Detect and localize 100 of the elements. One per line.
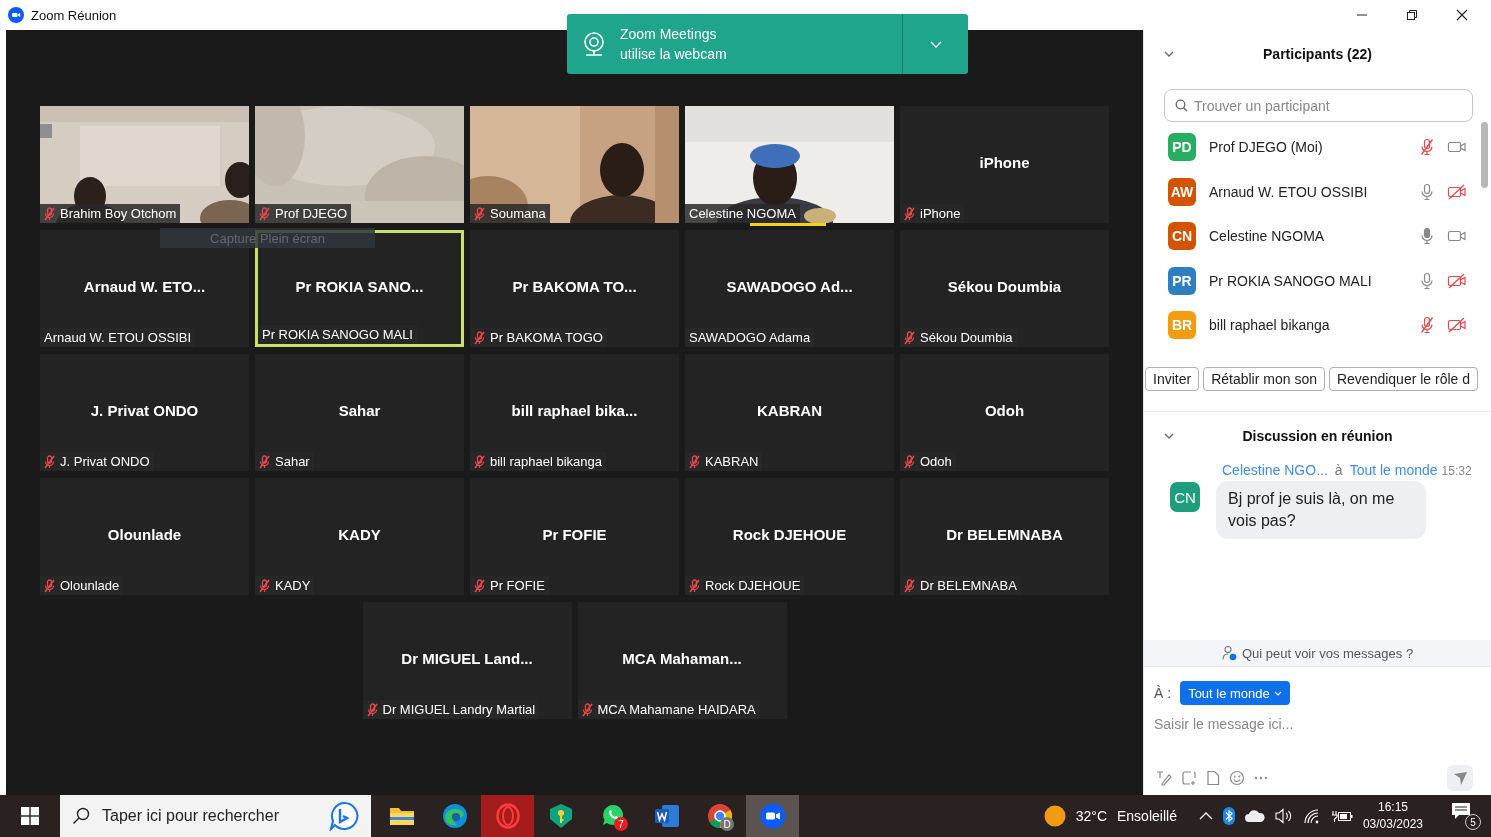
file-icon[interactable] xyxy=(1206,770,1220,786)
participant-label: Celestine NGOMA xyxy=(689,206,796,221)
participant-label: Soumana xyxy=(490,206,546,221)
participant-row[interactable]: AW Arnaud W. ETOU OSSIBI xyxy=(1168,169,1491,214)
bluetooth-icon[interactable] xyxy=(1222,807,1235,825)
camera-off-icon[interactable] xyxy=(1447,272,1467,289)
notification-icon[interactable] xyxy=(1451,802,1471,820)
participant-label: Arnaud W. ETOU OSSIBI xyxy=(44,330,192,345)
chevron-down-icon[interactable] xyxy=(1164,433,1174,439)
windows-start-icon[interactable] xyxy=(21,807,39,825)
video-tile[interactable]: SAWADOGO Ad... SAWADOGO Adama xyxy=(685,230,894,347)
toast-title: Zoom Meetings xyxy=(620,25,718,44)
speech-bubble-icon[interactable] xyxy=(329,801,359,831)
wifi-icon[interactable] xyxy=(1302,808,1321,824)
mic-icon[interactable] xyxy=(1419,227,1435,246)
video-tile[interactable]: Olounlade Olounlade xyxy=(40,478,249,595)
video-tile[interactable]: Rock DJEHOUE Rock DJEHOUE xyxy=(685,478,894,595)
video-tile[interactable]: bill raphael bika... bill raphael bikanga xyxy=(470,354,679,471)
participant-name: KABRAN xyxy=(757,402,822,419)
video-tile[interactable]: Odoh Odoh xyxy=(900,354,1109,471)
chevron-down-icon[interactable] xyxy=(1164,51,1174,57)
participant-name: Arnaud W. ETOU OSSIBI xyxy=(1209,183,1369,200)
search-icon xyxy=(72,807,90,825)
participant-name: Rock DJEHOUE xyxy=(732,526,847,543)
video-tile[interactable]: KADY KADY xyxy=(255,478,464,595)
search-field[interactable]: Trouver un participant xyxy=(1164,89,1473,122)
muted-mic-icon[interactable] xyxy=(1419,316,1435,335)
taskbar-app[interactable]: D xyxy=(693,795,746,837)
close-icon[interactable] xyxy=(1456,9,1468,21)
zoom-logo-icon xyxy=(8,7,24,23)
participant-label: Brahim Boy Otchom xyxy=(60,206,177,221)
participant-row[interactable]: CN Celestine NGOMA xyxy=(1168,214,1491,259)
webcam-icon xyxy=(581,31,607,57)
sun-icon[interactable] xyxy=(1043,805,1066,827)
participant-name: Celestine NGOMA xyxy=(1209,228,1326,245)
participant-name: Arnaud W. ETO... xyxy=(83,278,206,295)
participant-label: Pr ROKIA SANOGO MALI xyxy=(262,327,413,342)
video-tile[interactable]: Pr BAKOMA TO... Pr BAKOMA TOGO xyxy=(470,230,679,347)
caret-icon xyxy=(1273,690,1282,696)
participant-label: Odoh xyxy=(920,454,952,469)
video-tile[interactable]: Soumana xyxy=(470,106,679,223)
video-tile[interactable]: iPhone iPhone xyxy=(900,106,1109,223)
weather-text[interactable]: Ensoleillé xyxy=(1117,808,1177,824)
send-icon[interactable] xyxy=(1447,765,1473,791)
text-format-icon[interactable] xyxy=(1156,770,1172,786)
taskbar-search-field[interactable]: Taper ici pour rechercher xyxy=(60,795,371,837)
video-tile[interactable]: Dr MIGUEL Land... Dr MIGUEL Landry Martial xyxy=(362,602,572,719)
participant-name: Pr FOFIE xyxy=(542,526,607,543)
ring-icon xyxy=(495,803,520,829)
clock-date[interactable]: 03/03/2023 xyxy=(1362,816,1423,833)
participant-row[interactable]: BR bill raphael bikanga xyxy=(1168,303,1491,348)
camera-off-icon[interactable] xyxy=(1447,317,1467,334)
video-tile[interactable]: Sékou Doumbia Sékou Doumbia xyxy=(900,230,1109,347)
recipient-label: À : xyxy=(1154,685,1172,701)
message-to: à xyxy=(1334,462,1343,478)
speaker-icon[interactable] xyxy=(1274,808,1293,824)
emoji-icon[interactable] xyxy=(1229,770,1245,786)
privacy-bar[interactable]: Qui peut voir vos messages ? xyxy=(1144,640,1491,667)
participant-label: bill raphael bikanga xyxy=(490,454,603,469)
message-recipient: Tout le monde xyxy=(1349,462,1438,478)
participant-row[interactable]: PD Prof DJEGO (Moi) xyxy=(1168,125,1491,170)
video-tile[interactable]: Pr FOFIE Pr FOFIE xyxy=(470,478,679,595)
participant-label: Pr FOFIE xyxy=(490,578,545,593)
video-tile[interactable]: Celestine NGOMA xyxy=(685,106,894,223)
cloud-icon[interactable] xyxy=(1244,810,1265,822)
video-tile[interactable]: Sahar Sahar xyxy=(255,354,464,471)
video-tile[interactable]: Dr BELEMNABA Dr BELEMNABA xyxy=(900,478,1109,595)
panel-button[interactable]: Inviter xyxy=(1145,367,1200,391)
screenshot-icon[interactable] xyxy=(1181,770,1197,786)
clock-time[interactable]: 16:15 xyxy=(1377,799,1408,816)
mic-icon[interactable] xyxy=(1419,182,1435,201)
video-tile[interactable]: J. Privat ONDO J. Privat ONDO xyxy=(40,354,249,471)
chevron-up-icon[interactable] xyxy=(1198,812,1213,820)
avatar: CN xyxy=(1170,482,1200,512)
camera-off-icon[interactable] xyxy=(1447,183,1467,200)
tooltip: Capture Plein écran xyxy=(160,228,375,248)
taskbar-app[interactable] xyxy=(746,795,799,837)
muted-mic-icon[interactable] xyxy=(1419,138,1435,157)
scrollbar[interactable] xyxy=(1481,122,1488,188)
participant-label: Rock DJEHOUE xyxy=(705,578,801,593)
video-tile[interactable]: Prof DJEGO xyxy=(255,106,464,223)
app-badge: D xyxy=(720,817,734,831)
restore-icon[interactable] xyxy=(1406,9,1418,21)
folder-icon xyxy=(388,805,415,827)
participant-label: KABRAN xyxy=(705,454,759,469)
app-badge: 7 xyxy=(614,817,628,831)
participant-row[interactable]: PR Pr ROKIA SANOGO MALI xyxy=(1168,258,1491,303)
recipient-dropdown[interactable]: Tout le monde xyxy=(1180,681,1290,705)
panel-button[interactable]: Rétablir mon son xyxy=(1203,367,1325,391)
temperature[interactable]: 32°C xyxy=(1075,808,1107,824)
mic-icon[interactable] xyxy=(1419,271,1435,290)
more-icon[interactable] xyxy=(1254,776,1268,780)
video-tile[interactable]: Brahim Boy Otchom xyxy=(40,106,249,223)
video-tile[interactable]: MCA Mahaman... MCA Mahamane HAIDARA xyxy=(577,602,787,719)
taskbar-app[interactable]: 7 xyxy=(587,795,640,837)
battery-icon[interactable] xyxy=(1330,809,1353,823)
search-icon xyxy=(1175,99,1188,112)
participant-label: Prof DJEGO xyxy=(275,206,348,221)
video-tile[interactable]: KABRAN KABRAN xyxy=(685,354,894,471)
panel-button[interactable]: Revendiquer le rôle d xyxy=(1328,367,1479,391)
